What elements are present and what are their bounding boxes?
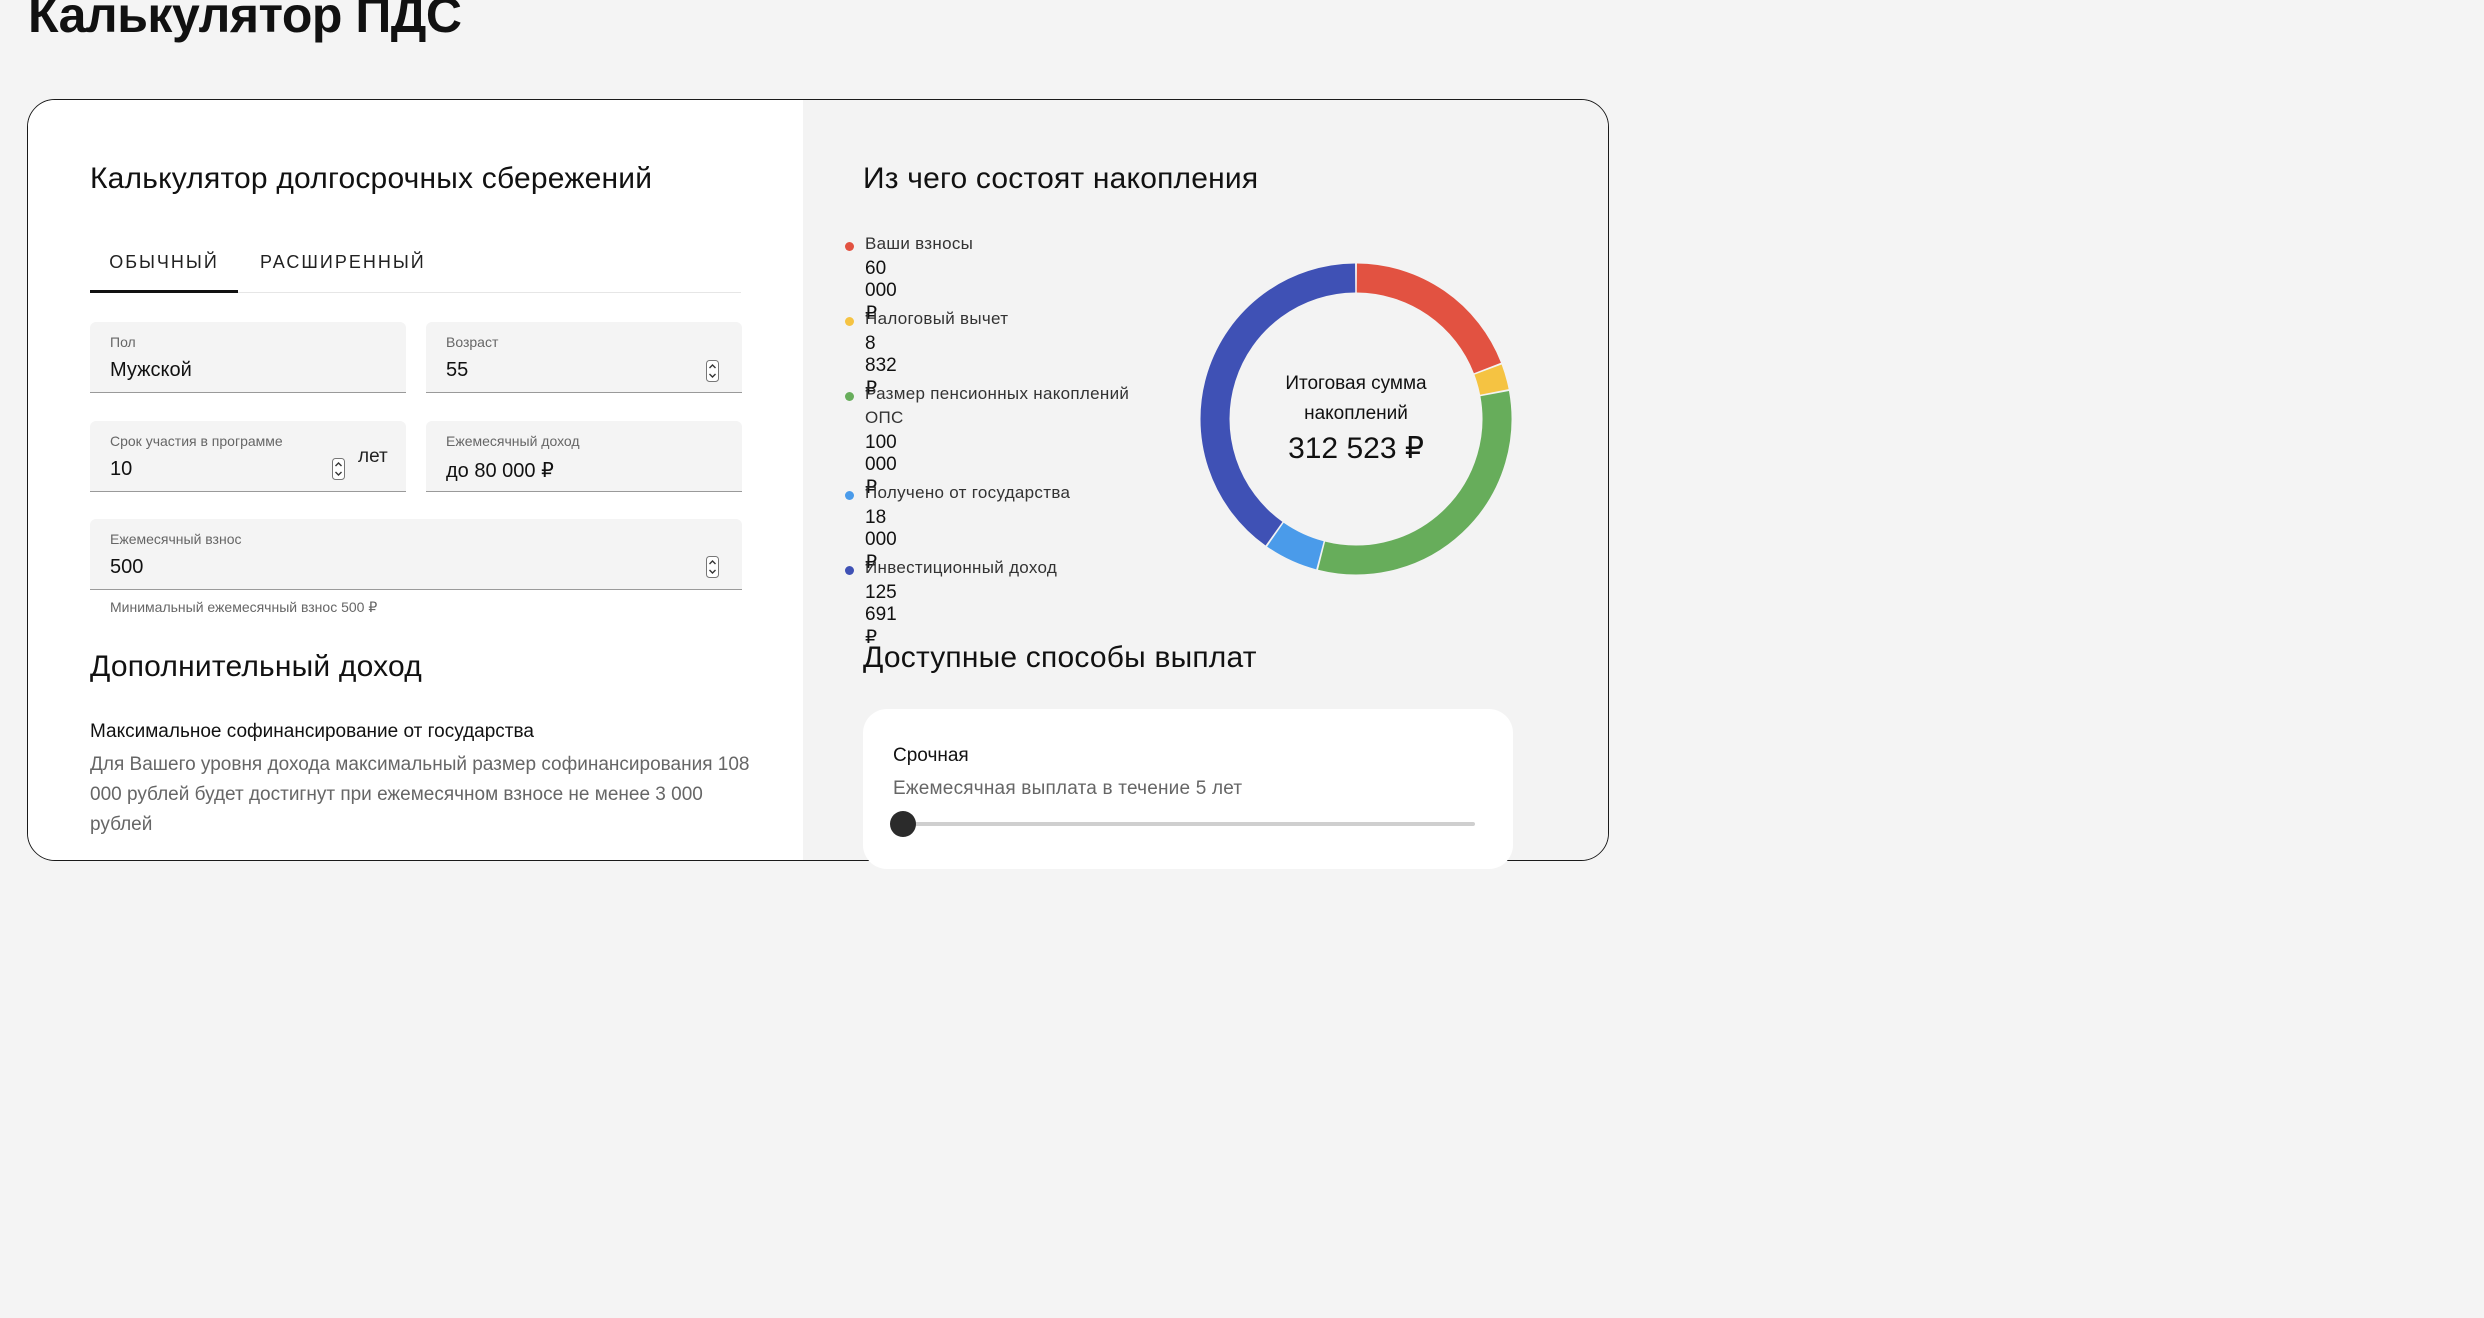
donut-center: Итоговая сумма накоплений 312 523 ₽	[1196, 259, 1516, 579]
income-select[interactable]: Ежемесячный доход до 80 000 ₽	[426, 421, 742, 492]
payout-option-description: Ежемесячная выплата в течение 5 лет	[893, 778, 1243, 799]
gender-select[interactable]: Пол Мужской	[90, 322, 406, 393]
legend-dot	[845, 317, 854, 326]
term-stepper-icon[interactable]	[332, 458, 345, 480]
contribution-stepper-icon[interactable]	[706, 556, 719, 578]
calculator-form-panel: Калькулятор долгосрочных сбережений ОБЫЧ…	[28, 100, 803, 860]
composition-title: Из чего состоят накопления	[863, 162, 1259, 195]
cofinancing-text: Для Вашего уровня дохода максимальный ра…	[90, 754, 750, 835]
legend-dot	[845, 242, 854, 251]
total-caption: Итоговая сумма накоплений	[1285, 373, 1427, 424]
tab-advanced[interactable]: РАСШИРЕННЫЙ	[260, 238, 424, 290]
income-value: до 80 000 ₽	[446, 460, 554, 482]
legend-dot	[845, 491, 854, 500]
legend-label: Получено от государства	[865, 483, 1071, 502]
contribution-label: Ежемесячный взнос	[110, 531, 242, 547]
total-amount: 312 523 ₽	[1288, 432, 1424, 465]
savings-donut-chart: Итоговая сумма накоплений 312 523 ₽	[1196, 259, 1516, 579]
cofinancing-subtitle: Максимальное софинансирование от государ…	[90, 721, 534, 742]
extra-income-title: Дополнительный доход	[90, 650, 422, 683]
calculator-title: Калькулятор долгосрочных сбережений	[90, 162, 653, 195]
age-label: Возраст	[446, 334, 499, 350]
age-stepper-icon[interactable]	[706, 360, 719, 382]
age-input[interactable]: Возраст 55	[426, 322, 742, 393]
payout-slider-thumb[interactable]	[890, 811, 916, 837]
contribution-input[interactable]: Ежемесячный взнос 500	[90, 519, 742, 590]
tab-basic[interactable]: ОБЫЧНЫЙ	[90, 238, 238, 293]
legend-dot	[845, 566, 854, 575]
legend-label: Инвестиционный доход	[865, 558, 1058, 577]
term-suffix: лет	[358, 446, 388, 467]
payout-option-card[interactable]: Срочная Ежемесячная выплата в течение 5 …	[863, 709, 1513, 869]
term-value: 10	[110, 458, 133, 480]
legend-amount: 125 691 ₽	[865, 582, 897, 648]
payout-option-title: Срочная	[893, 745, 969, 766]
income-label: Ежемесячный доход	[446, 433, 580, 449]
mode-tabs: ОБЫЧНЫЙ РАСШИРЕННЫЙ	[90, 238, 741, 293]
legend-label: Налоговый вычет	[865, 309, 1009, 328]
legend-label: Ваши взносы	[865, 234, 974, 253]
gender-value: Мужской	[110, 359, 192, 381]
term-input[interactable]: Срок участия в программе 10 лет	[90, 421, 406, 492]
payout-slider-track[interactable]	[901, 822, 1475, 826]
legend-dot	[845, 392, 854, 401]
page-title: Калькулятор ПДС	[28, 0, 462, 43]
contribution-hint: Минимальный ежемесячный взнос 500 ₽	[110, 599, 378, 615]
legend-label: Размер пенсионных накоплений ОПС	[865, 384, 1130, 427]
payouts-title: Доступные способы выплат	[863, 641, 1257, 674]
age-value: 55	[446, 359, 469, 381]
term-label: Срок участия в программе	[110, 433, 283, 449]
contribution-value: 500	[110, 556, 144, 578]
gender-label: Пол	[110, 334, 136, 350]
